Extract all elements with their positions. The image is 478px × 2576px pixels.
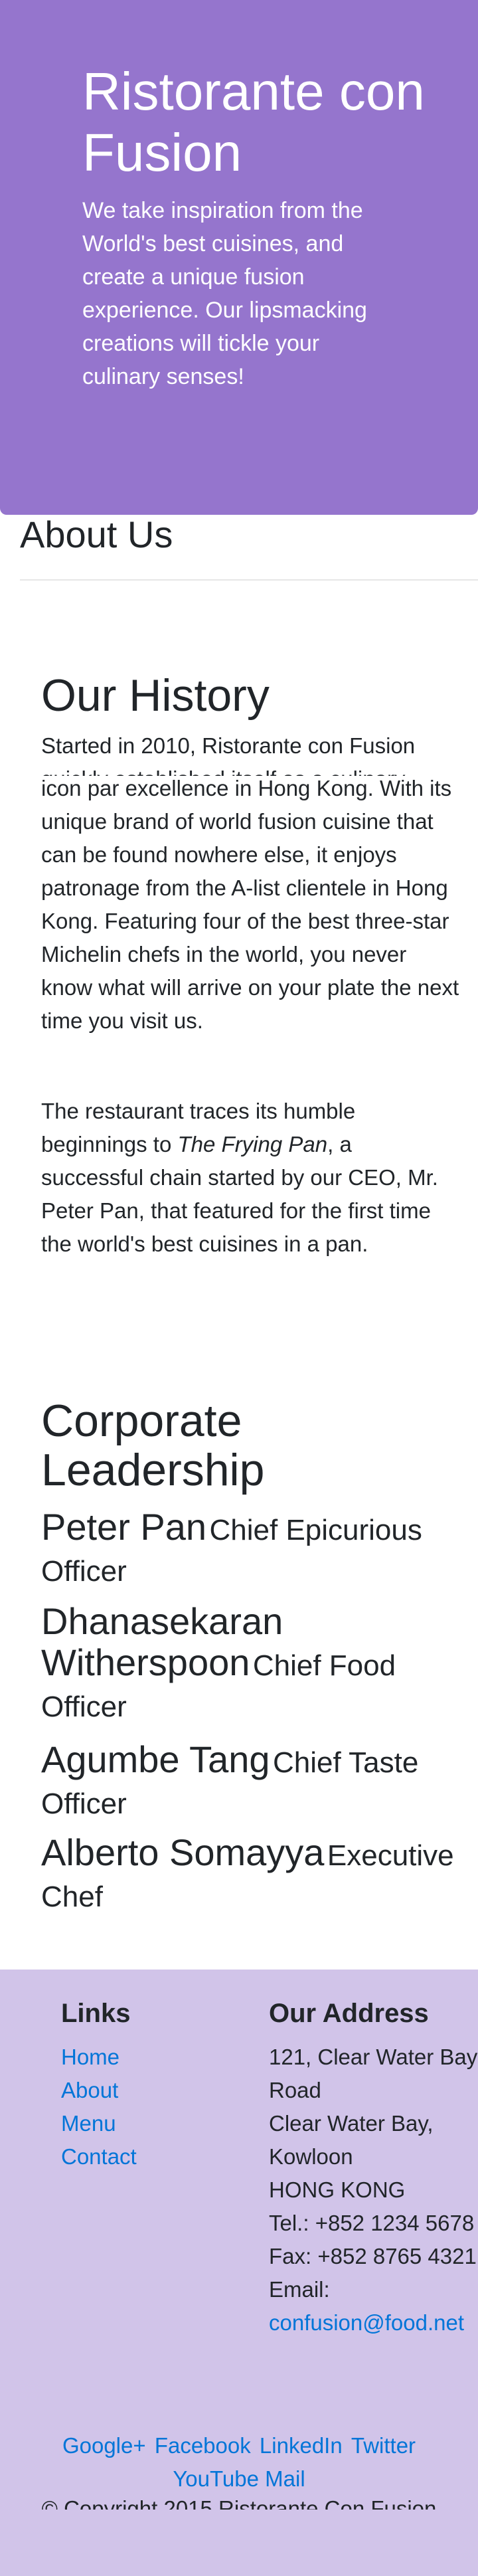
address-tel: Tel.: +852 1234 5678 <box>269 2211 475 2235</box>
leader-name: Agumbe Tang <box>41 1738 270 1780</box>
youtube-link[interactable]: YouTube <box>173 2466 259 2491</box>
address-city: HONG KONG <box>269 2177 406 2202</box>
leader-name: Alberto Somayya <box>41 1831 325 1873</box>
heading-divider <box>20 579 478 581</box>
address-street: 121, Clear Water Bay Road <box>269 2045 478 2102</box>
leader-agumbe-tang: Agumbe Tang Chief Taste Officer <box>41 1739 459 1825</box>
copyright-area: © Copyright 2015 Ristorante Con Fusion <box>0 2499 478 2510</box>
history-paragraph-1: icon par excellence in Hong Kong. With i… <box>41 776 459 1033</box>
leader-dhanasekaran-witherspoon: Dhanasekaran Witherspoon Chief Food Offi… <box>41 1601 459 1728</box>
footer-links-heading: Links <box>61 1999 131 2028</box>
footer-address: 121, Clear Water Bay Road Clear Water Ba… <box>269 2041 478 2340</box>
page-heading-about: About Us <box>20 513 173 555</box>
brand-title: Ristorante con Fusion <box>82 62 425 182</box>
social-links-row2: YouTube Mail <box>0 2462 478 2496</box>
leader-peter-pan: Peter Pan Chief Epicurious Officer <box>41 1507 459 1592</box>
leader-name: Peter Pan <box>41 1506 207 1548</box>
copyright-text: © Copyright 2015 Ristorante Con Fusion <box>0 2499 478 2510</box>
history-paragraph-line1: Started in 2010, Ristorante con Fusion <box>41 733 416 758</box>
history-p2-frying-pan: The Frying Pan <box>177 1132 328 1156</box>
address-fax: Fax: +852 8765 4321 <box>269 2244 477 2268</box>
facebook-link[interactable]: Facebook <box>155 2429 251 2462</box>
history-paragraph-2: The restaurant traces its humble beginni… <box>41 1095 459 1261</box>
footer-link-about[interactable]: About <box>61 2074 137 2107</box>
footer-links: Home About Menu Contact <box>61 2041 137 2173</box>
social-links: Google+ Facebook LinkedIn Twitter <box>0 2429 478 2462</box>
footer-link-menu[interactable]: Menu <box>61 2107 137 2140</box>
twitter-link[interactable]: Twitter <box>351 2429 416 2462</box>
address-district: Clear Water Bay, Kowloon <box>269 2111 434 2169</box>
leader-name: Dhanasekaran Witherspoon <box>41 1600 283 1683</box>
linkedin-link[interactable]: LinkedIn <box>260 2429 343 2462</box>
jumbotron: Ristorante con Fusion We take inspiratio… <box>0 0 478 515</box>
leader-alberto-somayya: Alberto Somayya Executive Chef <box>41 1832 459 1918</box>
footer-link-home[interactable]: Home <box>61 2041 137 2074</box>
footer-address-heading: Our Address <box>269 1999 429 2028</box>
address-email-label: Email: <box>269 2277 330 2302</box>
footer-link-contact[interactable]: Contact <box>61 2140 137 2173</box>
mail-link[interactable]: Mail <box>265 2466 305 2491</box>
leadership-title: Corporate Leadership <box>41 1396 265 1495</box>
email-link[interactable]: confusion@food.net <box>269 2306 478 2340</box>
history-title: Our History <box>41 670 270 721</box>
google-plus-link[interactable]: Google+ <box>62 2429 146 2462</box>
brand-tagline: We take inspiration from the World's bes… <box>82 198 367 389</box>
